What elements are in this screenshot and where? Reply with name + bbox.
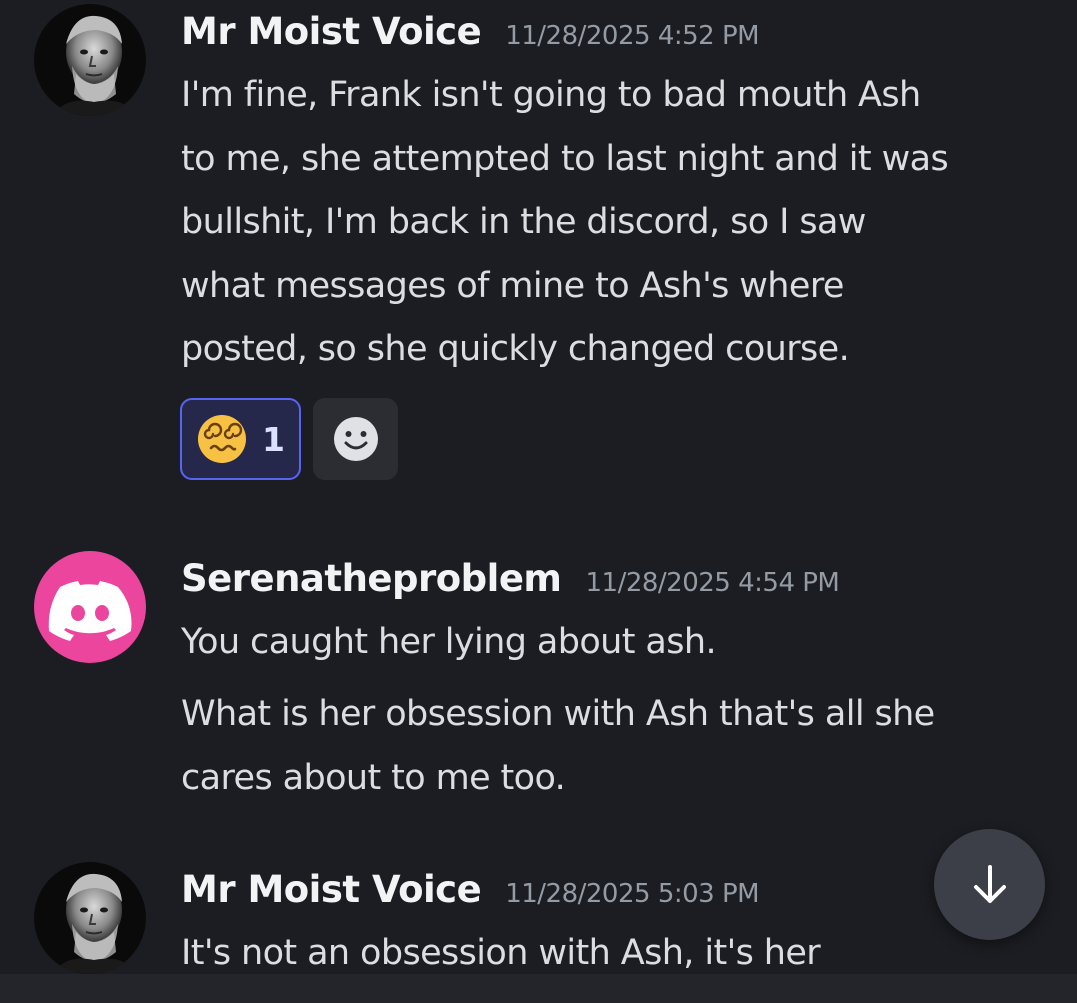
message-header: Serenatheproblem 11/28/2025 4:54 PM <box>181 557 840 605</box>
reactions-bar: 1 <box>180 398 398 480</box>
reaction-count: 1 <box>262 419 285 459</box>
add-reaction-button[interactable] <box>313 398 398 480</box>
message-content: I'm fine, Frank isn't going to bad mouth… <box>181 64 1061 382</box>
discord-logo-icon <box>48 581 132 641</box>
message-header: Mr Moist Voice 11/28/2025 5:03 PM <box>181 868 760 916</box>
arrow-down-icon <box>973 864 1006 903</box>
message-line: cares about to me too. <box>181 757 566 798</box>
avatar[interactable] <box>34 4 146 116</box>
message-line: I'm fine, Frank isn't going to bad mouth… <box>181 75 921 115</box>
message-header: Mr Moist Voice 11/28/2025 4:52 PM <box>181 10 760 58</box>
timestamp: 11/28/2025 4:54 PM <box>585 568 840 598</box>
message-line: posted, so she quickly changed course. <box>181 329 850 369</box>
message-content: You caught her lying about ash. <box>181 611 1061 675</box>
avatar[interactable] <box>34 551 146 663</box>
user-photo-icon <box>34 862 146 974</box>
message-line: What is her obsession with Ash that's al… <box>181 694 935 734</box>
user-photo-icon <box>34 4 146 116</box>
avatar[interactable] <box>34 862 146 974</box>
message-line: to me, she attempted to last night and i… <box>181 138 949 179</box>
timestamp: 11/28/2025 5:03 PM <box>505 879 760 909</box>
reaction-dizzy-face[interactable]: 1 <box>180 398 301 480</box>
message-content-followup: What is her obsession with Ash that's al… <box>181 683 1061 810</box>
jump-to-present-button[interactable] <box>934 829 1045 940</box>
message-line: You caught her lying about ash. <box>181 622 717 662</box>
username[interactable]: Serenatheproblem <box>181 557 562 600</box>
smiley-add-reaction-icon <box>333 417 378 461</box>
dizzy-face-emoji-icon <box>198 415 246 463</box>
composer-edge <box>0 974 1077 1003</box>
username[interactable]: Mr Moist Voice <box>181 10 482 53</box>
timestamp: 11/28/2025 4:52 PM <box>505 21 760 51</box>
message-line: bullshit, I'm back in the discord, so I … <box>181 202 866 242</box>
message-line: what messages of mine to Ash's where <box>181 265 844 306</box>
username[interactable]: Mr Moist Voice <box>181 868 482 911</box>
